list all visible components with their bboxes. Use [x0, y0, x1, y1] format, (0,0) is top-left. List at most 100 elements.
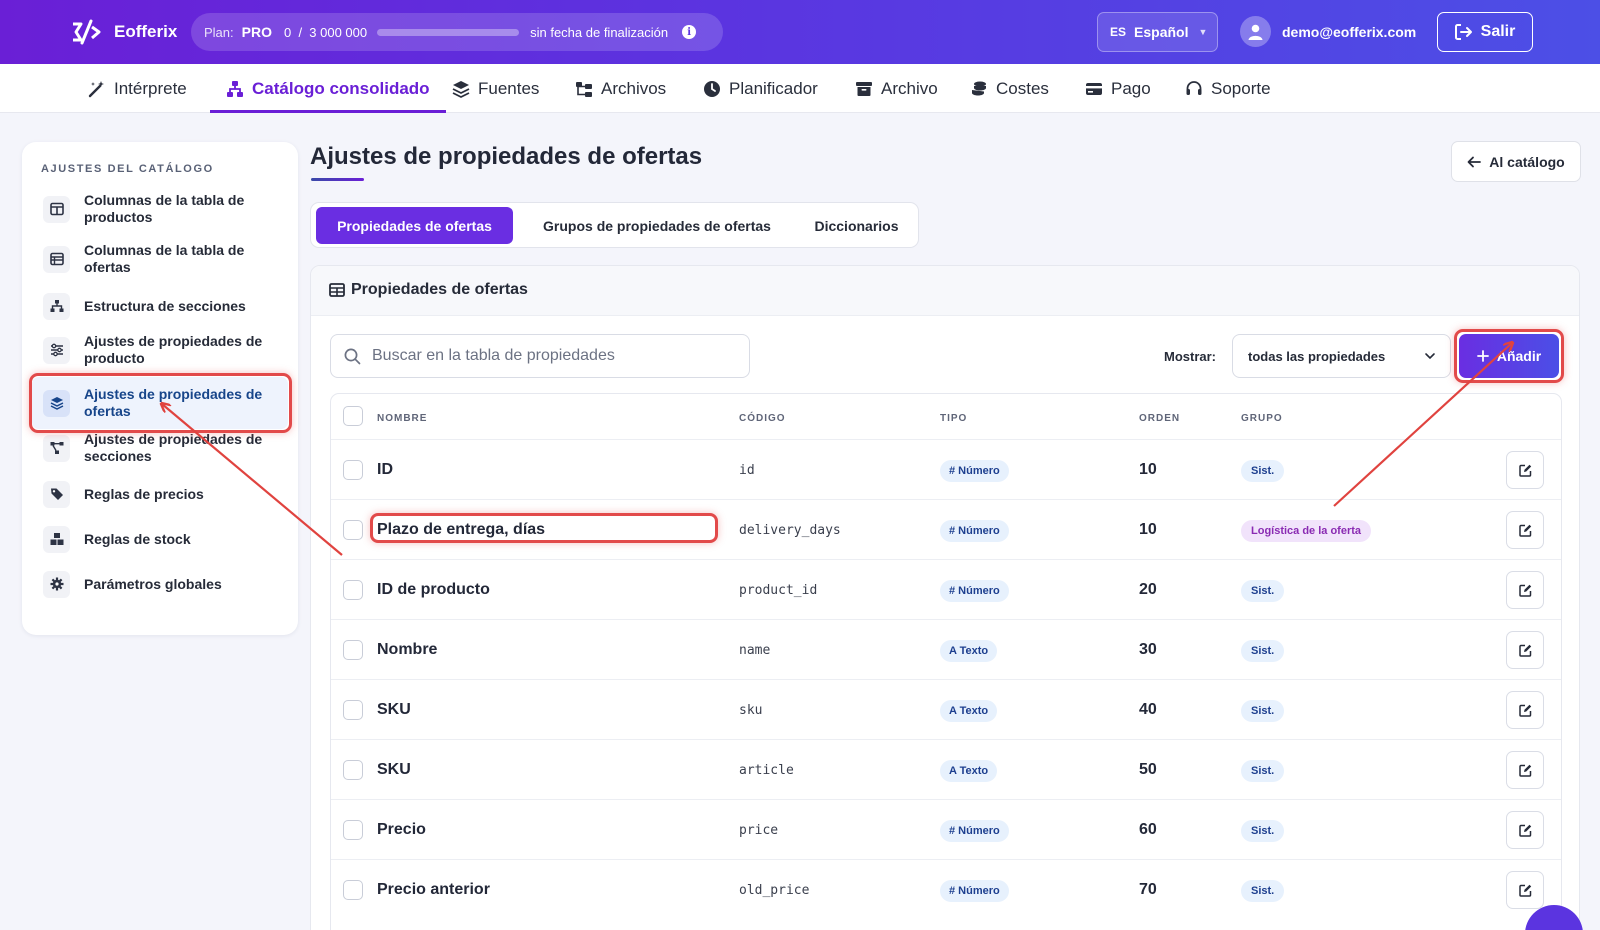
- sign-out-icon: [1454, 24, 1472, 40]
- show-filter-value: todas las propiedades: [1248, 348, 1386, 364]
- edit-icon: [1518, 644, 1532, 657]
- type-badge: A Texto: [940, 760, 998, 782]
- user-menu[interactable]: demo@eofferix.com: [1240, 16, 1416, 47]
- edit-button[interactable]: [1506, 511, 1544, 549]
- select-all-checkbox[interactable]: [343, 406, 363, 426]
- column-header-type[interactable]: TIPO: [940, 413, 967, 424]
- cell-order: 10: [1139, 461, 1157, 478]
- row-checkbox[interactable]: [343, 700, 363, 720]
- app-logo[interactable]: Eofferix: [70, 18, 177, 46]
- type-badge: # Número: [940, 880, 1009, 902]
- sidebar-item-product-properties[interactable]: Ajustes de propiedades de producto: [32, 330, 288, 370]
- nav-label: Soporte: [1211, 78, 1271, 98]
- table-row[interactable]: SKU article A Texto 50 Sist.: [331, 739, 1561, 800]
- sidebar-item-offer-columns[interactable]: Columnas de la tabla de ofertas: [32, 239, 288, 279]
- edit-button[interactable]: [1506, 631, 1544, 669]
- properties-panel: Propiedades de ofertas Mostrar: todas la…: [310, 265, 1580, 930]
- edit-button[interactable]: [1506, 751, 1544, 789]
- edit-button[interactable]: [1506, 811, 1544, 849]
- cell-name: SKU: [377, 701, 411, 718]
- sidebar-item-section-properties[interactable]: Ajustes de propiedades de secciones: [32, 428, 288, 468]
- table-list-icon: [43, 245, 70, 273]
- search-box[interactable]: [330, 334, 750, 378]
- row-checkbox[interactable]: [343, 760, 363, 780]
- sidebar-item-label: Estructura de secciones: [84, 297, 246, 314]
- type-badge: A Texto: [940, 700, 998, 722]
- diagram-icon: [43, 434, 70, 462]
- nav-costes[interactable]: Costes: [970, 64, 1049, 113]
- group-badge: Sist.: [1241, 460, 1285, 482]
- type-badge: # Número: [940, 820, 1009, 842]
- sidebar-item-stock-rules[interactable]: Reglas de stock: [32, 523, 288, 555]
- table-row[interactable]: Nombre name A Texto 30 Sist.: [331, 619, 1561, 680]
- tab-dictionaries[interactable]: Diccionarios: [798, 207, 915, 244]
- search-input[interactable]: [372, 347, 732, 365]
- sitemap-icon: [43, 292, 70, 320]
- sidebar-item-label: Parámetros globales: [84, 575, 222, 592]
- sidebar-item-label: Columnas de la tabla de ofertas: [84, 242, 245, 275]
- type-badge: # Número: [940, 520, 1009, 542]
- cell-code: product_id: [739, 583, 818, 598]
- nav-archivos[interactable]: Archivos: [575, 64, 666, 113]
- cell-order: 40: [1139, 701, 1157, 718]
- columns-icon: [43, 195, 70, 223]
- edit-button[interactable]: [1506, 691, 1544, 729]
- row-checkbox[interactable]: [343, 820, 363, 840]
- column-header-name[interactable]: NOMBRE: [377, 413, 427, 424]
- folder-tree-icon: [576, 81, 592, 97]
- nav-catalogo-consolidado[interactable]: Catálogo consolidado: [210, 64, 446, 113]
- table-row[interactable]: ID de producto product_id # Número 20 Sist.: [331, 559, 1561, 620]
- plan-expiry: sin fecha de finalización: [530, 24, 669, 40]
- sidebar-item-section-structure[interactable]: Estructura de secciones: [32, 290, 288, 322]
- type-badge: A Texto: [940, 640, 998, 662]
- nav-fuentes[interactable]: Fuentes: [452, 64, 539, 113]
- sidebar-item-label: Ajustes de propiedades de secciones: [84, 431, 263, 464]
- row-checkbox[interactable]: [343, 880, 363, 900]
- edit-button[interactable]: [1506, 451, 1544, 489]
- nav-label: Archivos: [601, 78, 667, 98]
- table-row[interactable]: Precio price # Número 60 Sist.: [331, 799, 1561, 860]
- cell-order: 30: [1139, 641, 1157, 658]
- nav-archivo[interactable]: Archivo: [855, 64, 938, 113]
- sidebar-item-price-rules[interactable]: Reglas de precios: [32, 478, 288, 510]
- sidebar-item-product-columns[interactable]: Columnas de la tabla de productos: [32, 189, 288, 229]
- table-header: NOMBRE CÓDIGO TIPO ORDEN GRUPO: [331, 394, 1561, 439]
- sidebar-item-global-parameters[interactable]: Parámetros globales: [32, 568, 288, 600]
- logout-button[interactable]: Salir: [1437, 12, 1533, 52]
- group-badge: Sist.: [1241, 880, 1285, 902]
- cell-code: id: [739, 463, 755, 478]
- info-icon[interactable]: i: [682, 25, 697, 39]
- row-checkbox[interactable]: [343, 580, 363, 600]
- table-row[interactable]: SKU sku A Texto 40 Sist.: [331, 679, 1561, 740]
- row-checkbox[interactable]: [343, 460, 363, 480]
- table-icon: [329, 283, 345, 297]
- nav-soporte[interactable]: Soporte: [1185, 64, 1271, 113]
- edit-button[interactable]: [1506, 571, 1544, 609]
- show-filter-select[interactable]: todas las propiedades: [1232, 334, 1451, 378]
- top-bar: Eofferix Plan: PRO 0 / 3 000 000 sin fec…: [0, 0, 1600, 64]
- gear-icon: [43, 570, 70, 598]
- cell-code: old_price: [739, 883, 810, 898]
- highlight-name-cell: [370, 513, 718, 543]
- edit-icon: [1518, 704, 1532, 717]
- row-checkbox[interactable]: [343, 640, 363, 660]
- column-header-group[interactable]: GRUPO: [1241, 413, 1283, 424]
- edit-button[interactable]: [1506, 871, 1544, 909]
- tab-offer-properties[interactable]: Propiedades de ofertas: [316, 207, 513, 244]
- chevron-down-icon: [1425, 353, 1435, 360]
- row-checkbox[interactable]: [343, 520, 363, 540]
- table-row[interactable]: ID id # Número 10 Sist.: [331, 439, 1561, 500]
- table-row[interactable]: Precio anterior old_price # Número 70 Sist.: [331, 859, 1561, 920]
- nav-interprete[interactable]: Intérprete: [88, 64, 187, 113]
- nav-label: Pago: [1111, 78, 1151, 98]
- group-badge: Sist.: [1241, 640, 1285, 662]
- column-header-order[interactable]: ORDEN: [1139, 413, 1180, 424]
- nav-pago[interactable]: Pago: [1085, 64, 1151, 113]
- language-select[interactable]: ES Español ▼: [1097, 12, 1218, 52]
- nav-planificador[interactable]: Planificador: [703, 64, 818, 113]
- plan-usage: 0 / 3 000 000: [283, 24, 368, 40]
- back-to-catalog-button[interactable]: Al catálogo: [1451, 141, 1581, 182]
- tab-offer-property-groups[interactable]: Grupos de propiedades de ofertas: [517, 207, 797, 244]
- highlight-add-button: [1454, 329, 1564, 383]
- column-header-code[interactable]: CÓDIGO: [739, 413, 786, 424]
